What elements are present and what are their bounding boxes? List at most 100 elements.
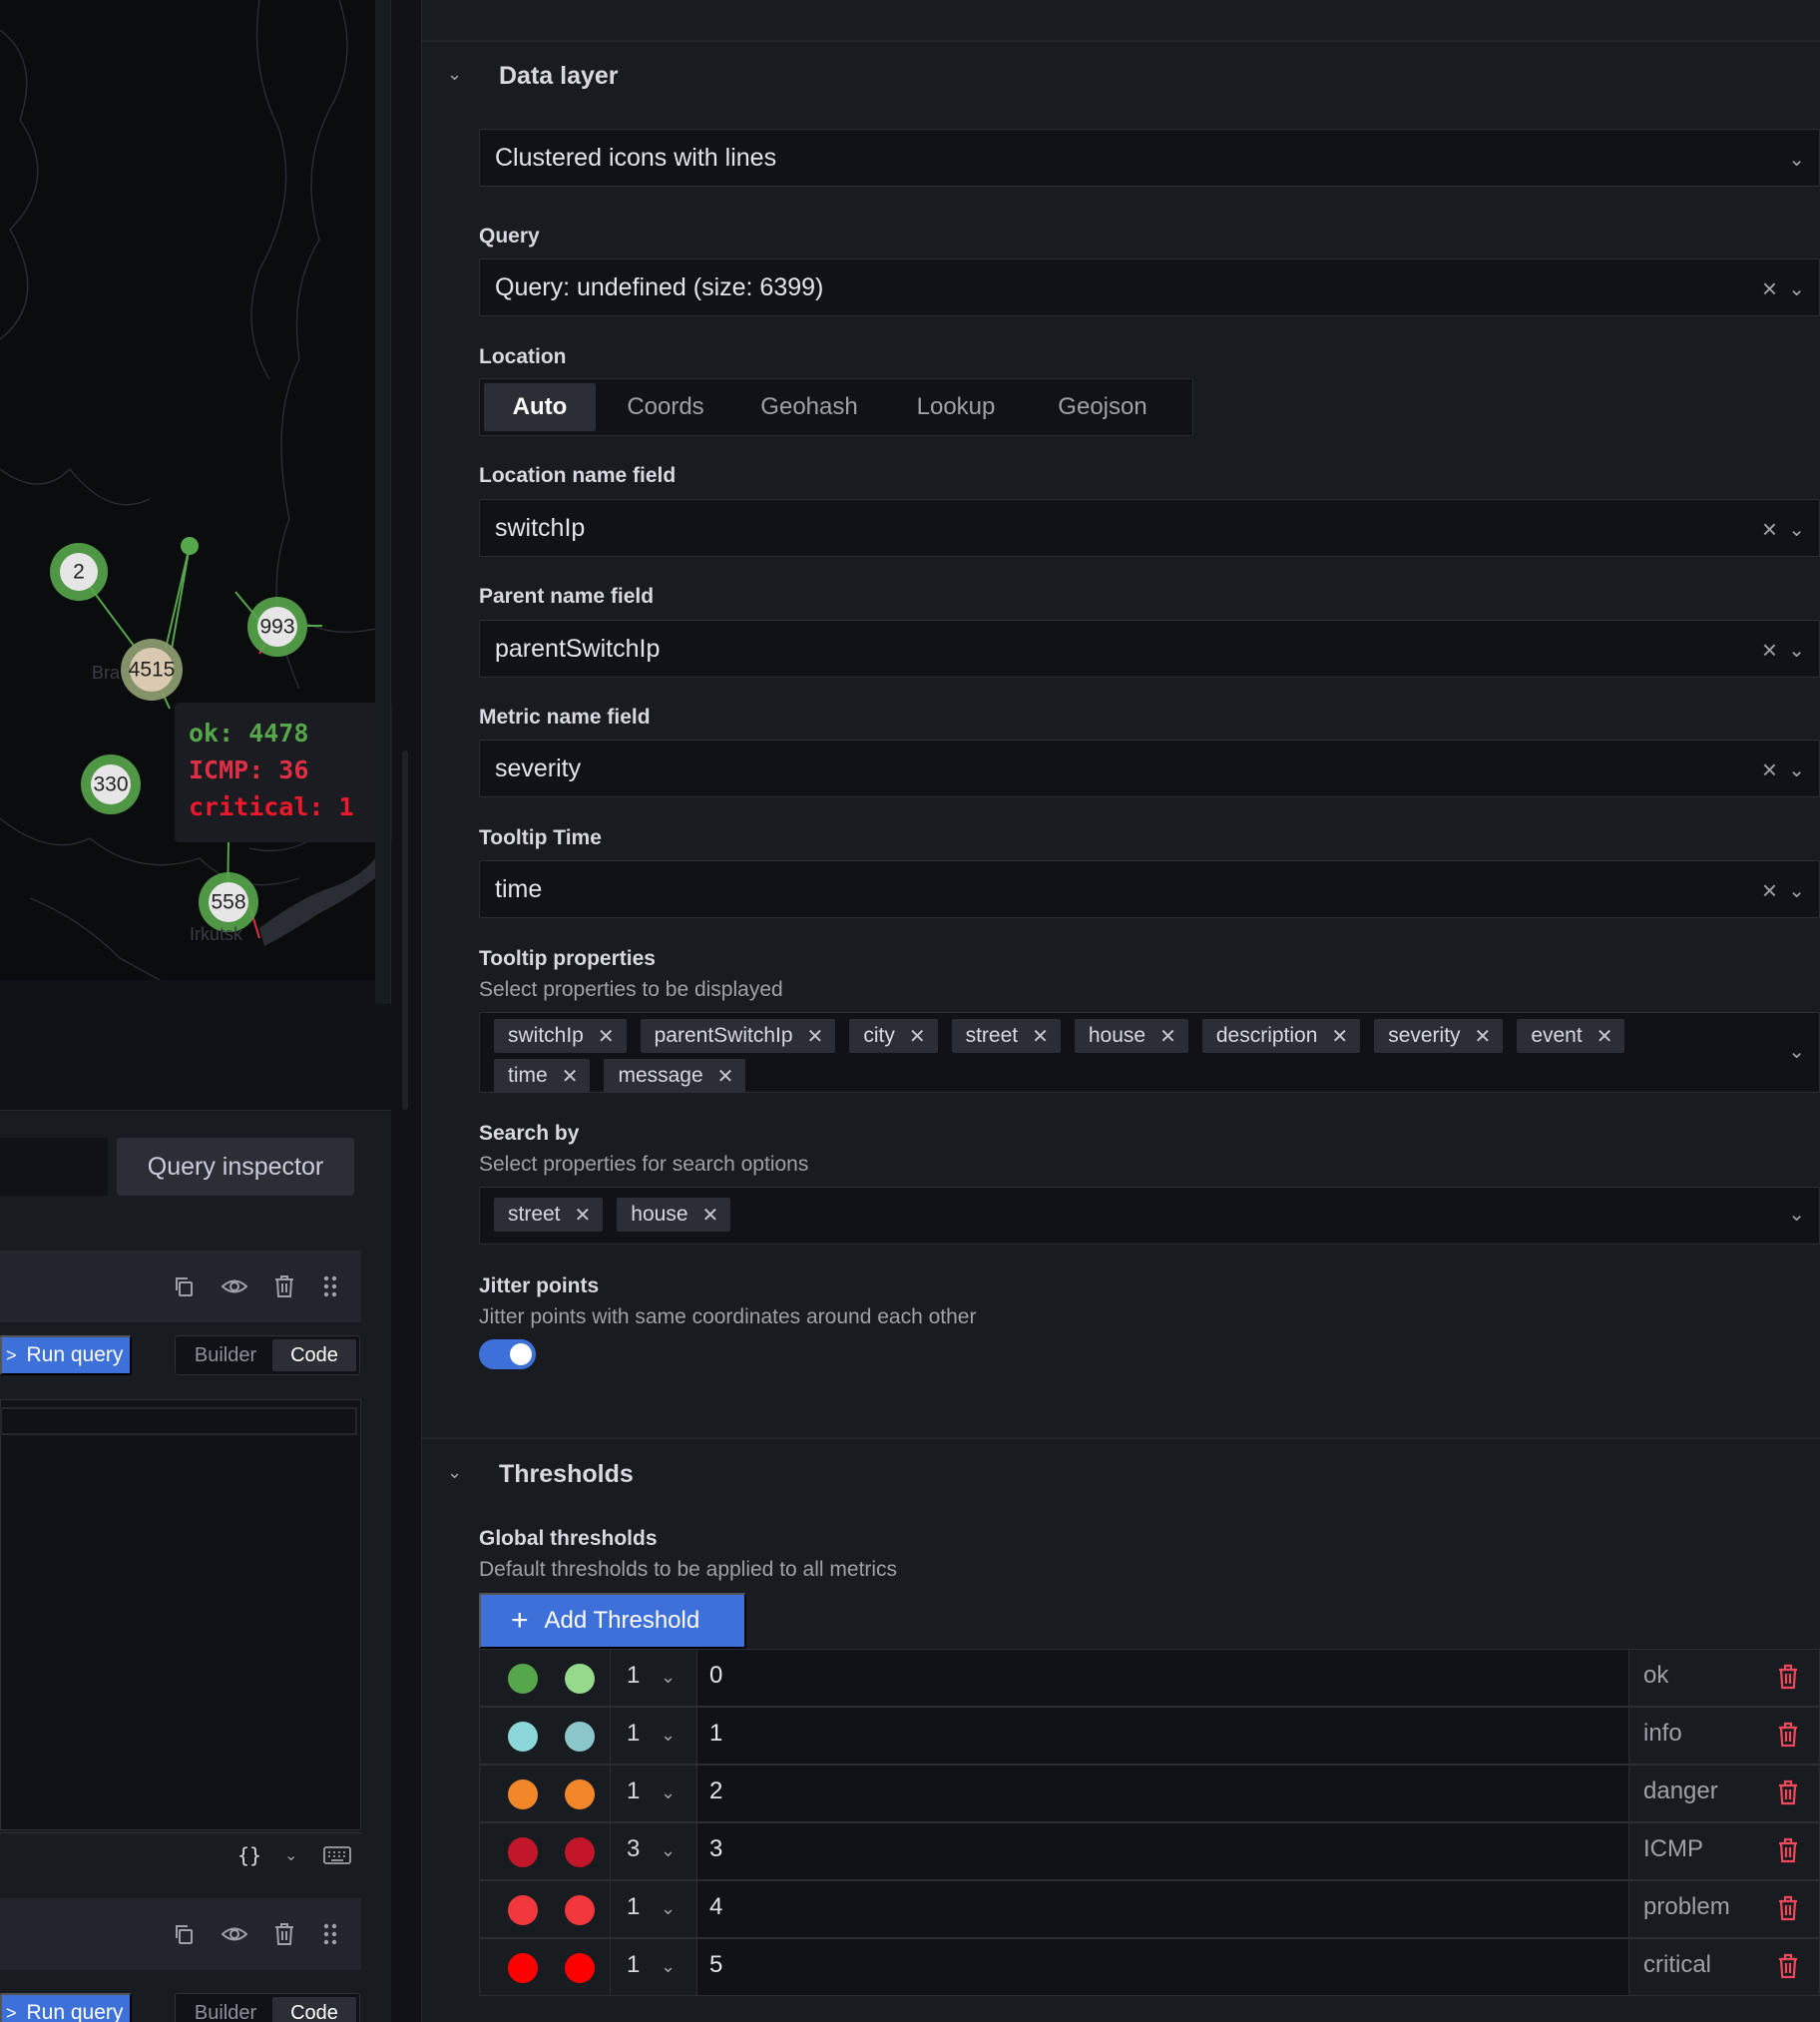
threshold-color-picker[interactable] — [508, 1722, 538, 1752]
threshold-width-select[interactable]: 1 ⌄ — [610, 1939, 697, 1995]
keyboard-icon[interactable] — [323, 1845, 351, 1870]
location-option-lookup[interactable]: Lookup — [883, 383, 1029, 431]
threshold-value-input[interactable]: 0 — [697, 1650, 1629, 1706]
trash-icon[interactable] — [1777, 1953, 1809, 1983]
parent-name-field-select[interactable]: parentSwitchIp × ⌄ — [479, 620, 1820, 678]
chevron-down-icon[interactable]: ⌄ — [284, 1845, 297, 1865]
left-scrollbar[interactable] — [402, 751, 408, 1110]
threshold-color-picker-secondary[interactable] — [565, 1837, 595, 1867]
threshold-color-picker[interactable] — [508, 1953, 538, 1983]
run-query-button[interactable]: > Run query — [0, 1335, 132, 1375]
cluster-330[interactable]: 330 — [81, 755, 141, 814]
code-mode-option[interactable]: Code — [272, 1339, 356, 1371]
close-icon[interactable]: ✕ — [562, 1064, 579, 1089]
copy-icon[interactable] — [168, 1918, 200, 1950]
query-inspector-button[interactable]: Query inspector — [117, 1138, 354, 1196]
close-icon[interactable]: ✕ — [717, 1064, 734, 1089]
drag-icon[interactable] — [314, 1918, 346, 1950]
query-tab[interactable] — [0, 1138, 108, 1196]
cluster-993[interactable]: 993 — [247, 597, 307, 657]
drag-icon[interactable] — [314, 1270, 346, 1302]
threshold-color-picker-secondary[interactable] — [565, 1722, 595, 1752]
threshold-label-input[interactable]: ICMP — [1629, 1823, 1771, 1879]
close-icon[interactable]: × — [1762, 635, 1777, 666]
threshold-value-input[interactable]: 4 — [697, 1881, 1629, 1937]
code-editor[interactable] — [0, 1399, 361, 1830]
map-point[interactable] — [181, 537, 199, 555]
threshold-color-picker[interactable] — [508, 1895, 538, 1925]
close-icon[interactable]: ✕ — [1032, 1024, 1049, 1049]
threshold-label-input[interactable]: danger — [1629, 1766, 1771, 1821]
threshold-value-input[interactable]: 5 — [697, 1939, 1629, 1995]
close-icon[interactable]: × — [1762, 273, 1777, 304]
tooltip-time-select[interactable]: time × ⌄ — [479, 860, 1820, 918]
close-icon[interactable]: ✕ — [598, 1024, 615, 1049]
add-threshold-button[interactable]: + Add Threshold — [479, 1593, 746, 1649]
trash-icon[interactable] — [1777, 1722, 1809, 1752]
threshold-color-picker-secondary[interactable] — [565, 1779, 595, 1809]
threshold-width-select[interactable]: 1 ⌄ — [610, 1708, 697, 1764]
threshold-label-input[interactable]: critical — [1629, 1939, 1771, 1995]
location-option-geohash[interactable]: Geohash — [735, 383, 883, 431]
collapse-chevron-icon[interactable]: ⌄ — [447, 64, 462, 85]
close-icon[interactable]: ✕ — [1475, 1024, 1492, 1049]
copy-icon[interactable] — [168, 1270, 200, 1302]
trash-icon[interactable] — [1777, 1837, 1809, 1867]
threshold-value-input[interactable]: 1 — [697, 1708, 1629, 1764]
close-icon[interactable]: ✕ — [575, 1203, 592, 1228]
threshold-color-picker[interactable] — [508, 1779, 538, 1809]
format-braces-icon[interactable]: {} — [237, 1843, 261, 1867]
layer-type-select[interactable]: Clustered icons with lines ⌄ — [479, 129, 1820, 187]
run-query-button[interactable]: > Run query — [0, 1993, 132, 2022]
threshold-width-select[interactable]: 1 ⌄ — [610, 1881, 697, 1937]
cluster-558[interactable]: 558 — [199, 872, 258, 932]
trash-icon[interactable] — [1777, 1895, 1809, 1925]
close-icon[interactable]: ✕ — [1331, 1024, 1348, 1049]
close-icon[interactable]: ✕ — [702, 1203, 719, 1228]
trash-icon[interactable] — [1777, 1779, 1809, 1809]
close-icon[interactable]: × — [1762, 755, 1777, 785]
threshold-width-select[interactable]: 3 ⌄ — [610, 1823, 697, 1879]
threshold-value-input[interactable]: 3 — [697, 1823, 1629, 1879]
eye-icon[interactable] — [219, 1270, 250, 1302]
metric-name-field-select[interactable]: severity × ⌄ — [479, 740, 1820, 797]
trash-icon[interactable] — [1777, 1664, 1809, 1694]
cluster-2[interactable]: 2 — [50, 543, 108, 601]
tooltip-properties-multiselect[interactable]: switchIp ✕ parentSwitchIp ✕ city ✕ street ✕ hous… — [479, 1012, 1820, 1093]
location-option-geojson[interactable]: Geojson — [1029, 383, 1176, 431]
tooltip-properties-label: Tooltip properties — [479, 947, 656, 970]
thresholds-title[interactable]: Thresholds — [499, 1460, 634, 1489]
threshold-color-picker-secondary[interactable] — [565, 1953, 595, 1983]
builder-mode-option[interactable]: Builder — [179, 1997, 272, 2022]
close-icon[interactable]: × — [1762, 514, 1777, 545]
location-option-coords[interactable]: Coords — [596, 383, 735, 431]
threshold-width-select[interactable]: 1 ⌄ — [610, 1766, 697, 1821]
cluster-4515[interactable]: 4515 — [121, 639, 183, 701]
threshold-value-input[interactable]: 2 — [697, 1766, 1629, 1821]
location-option-auto[interactable]: Auto — [484, 383, 596, 431]
threshold-label-input[interactable]: ok — [1629, 1650, 1771, 1706]
close-icon[interactable]: ✕ — [909, 1024, 926, 1049]
query-select[interactable]: Query: undefined (size: 6399) × ⌄ — [479, 258, 1820, 316]
threshold-color-picker-secondary[interactable] — [565, 1664, 595, 1694]
trash-icon[interactable] — [268, 1270, 300, 1302]
builder-mode-option[interactable]: Builder — [179, 1339, 272, 1371]
close-icon[interactable]: × — [1762, 875, 1777, 906]
threshold-color-picker-secondary[interactable] — [565, 1895, 595, 1925]
threshold-label-input[interactable]: info — [1629, 1708, 1771, 1764]
trash-icon[interactable] — [268, 1918, 300, 1950]
search-by-multiselect[interactable]: street ✕ house ✕ ⌄ — [479, 1187, 1820, 1245]
close-icon[interactable]: ✕ — [807, 1024, 824, 1049]
jitter-points-toggle[interactable] — [479, 1339, 536, 1369]
code-mode-option[interactable]: Code — [272, 1997, 356, 2022]
location-name-field-select[interactable]: switchIp × ⌄ — [479, 499, 1820, 557]
data-layer-title[interactable]: Data layer — [499, 62, 619, 91]
close-icon[interactable]: ✕ — [1159, 1024, 1176, 1049]
threshold-color-picker[interactable] — [508, 1837, 538, 1867]
threshold-color-picker[interactable] — [508, 1664, 538, 1694]
collapse-chevron-icon[interactable]: ⌄ — [447, 1462, 462, 1483]
close-icon[interactable]: ✕ — [1596, 1024, 1613, 1049]
threshold-label-input[interactable]: problem — [1629, 1881, 1771, 1937]
eye-icon[interactable] — [219, 1918, 250, 1950]
threshold-width-select[interactable]: 1 ⌄ — [610, 1650, 697, 1706]
